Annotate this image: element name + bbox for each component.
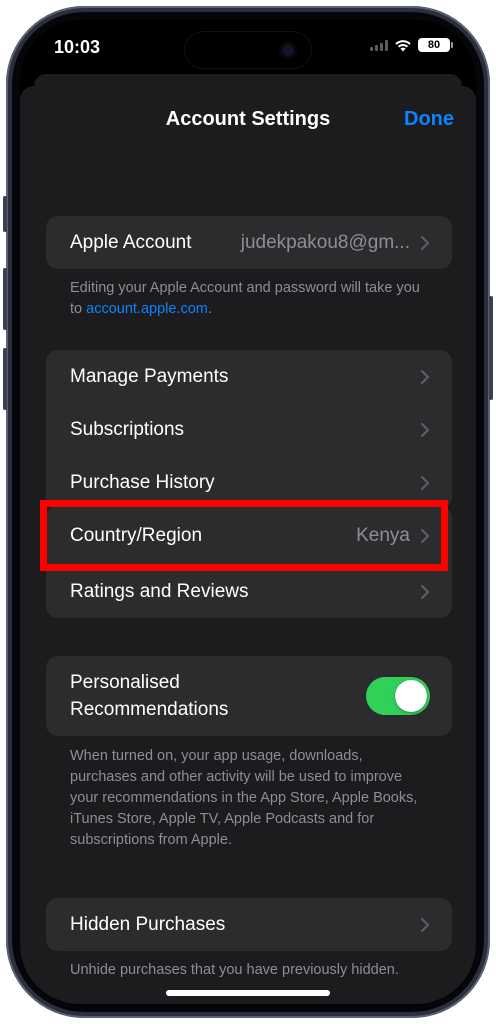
purchase-history-label: Purchase History (70, 471, 215, 493)
action-button (3, 196, 7, 232)
account-apple-link[interactable]: account.apple.com (86, 301, 208, 317)
home-indicator[interactable] (166, 990, 330, 996)
manage-payments-label: Manage Payments (70, 365, 229, 387)
subscriptions-label: Subscriptions (70, 418, 185, 440)
hidden-purchases-label: Hidden Purchases (70, 913, 226, 935)
toggle-knob (395, 680, 427, 712)
account-settings-sheet: Account Settings Done Apple Account jude… (20, 86, 476, 1004)
purchase-history-row[interactable]: Purchase History (46, 456, 452, 509)
chevron-right-icon (420, 584, 430, 600)
cellular-signal-icon (370, 39, 388, 51)
manage-payments-row[interactable]: Manage Payments (46, 350, 452, 403)
status-bar: 10:03 80 (20, 20, 476, 80)
ratings-reviews-label: Ratings and Reviews (70, 581, 249, 602)
country-region-label: Country/Region (70, 525, 203, 546)
recommendations-group: Personalised Recommendations (46, 656, 452, 736)
chevron-right-icon (420, 369, 430, 384)
footer-period: . (207, 301, 212, 317)
dynamic-island (185, 32, 311, 68)
volume-down-button (3, 348, 7, 410)
payments-group: Manage Payments Subscriptions Purchase H… (46, 350, 452, 509)
status-icons: 80 (370, 38, 453, 52)
hidden-purchases-group: Hidden Purchases (46, 898, 452, 951)
chevron-right-icon (420, 528, 430, 544)
chevron-right-icon (420, 235, 430, 250)
hidden-purchases-row[interactable]: Hidden Purchases (46, 898, 452, 951)
apple-account-group: Apple Account judekpakou8@gm... (46, 216, 452, 269)
subscriptions-row[interactable]: Subscriptions (46, 403, 452, 456)
battery-icon: 80 (418, 38, 453, 52)
chevron-right-icon (420, 422, 430, 437)
status-time: 10:03 (54, 37, 101, 57)
apple-account-email: judekpakou8@gm... (240, 231, 410, 253)
screen: 10:03 80 Account Settings Done Apple Acc… (20, 20, 476, 1004)
apple-account-row[interactable]: Apple Account judekpakou8@gm... (46, 216, 452, 269)
power-button (489, 296, 493, 400)
chevron-right-icon (420, 917, 430, 932)
recommendations-row: Personalised Recommendations (46, 656, 452, 736)
country-region-row[interactable]: Country/Region Kenya (46, 506, 452, 566)
chevron-right-icon (420, 475, 430, 490)
region-group: Country/Region Kenya Ratings and Reviews (46, 506, 452, 618)
apple-account-label: Apple Account (70, 231, 192, 253)
hidden-purchases-footer: Unhide purchases that you have previousl… (70, 962, 399, 978)
recommendations-label: Personalised Recommendations (70, 672, 229, 720)
ratings-reviews-row[interactable]: Ratings and Reviews (46, 566, 452, 618)
volume-up-button (3, 268, 7, 330)
front-camera-icon (279, 41, 297, 59)
done-button[interactable]: Done (404, 108, 454, 131)
recommendations-toggle[interactable] (366, 677, 430, 715)
apple-account-footer: Editing your Apple Account and password … (70, 278, 430, 320)
recommendations-footer: When turned on, your app usage, download… (70, 748, 418, 848)
country-region-value: Kenya (356, 525, 410, 546)
wifi-icon (395, 39, 411, 51)
